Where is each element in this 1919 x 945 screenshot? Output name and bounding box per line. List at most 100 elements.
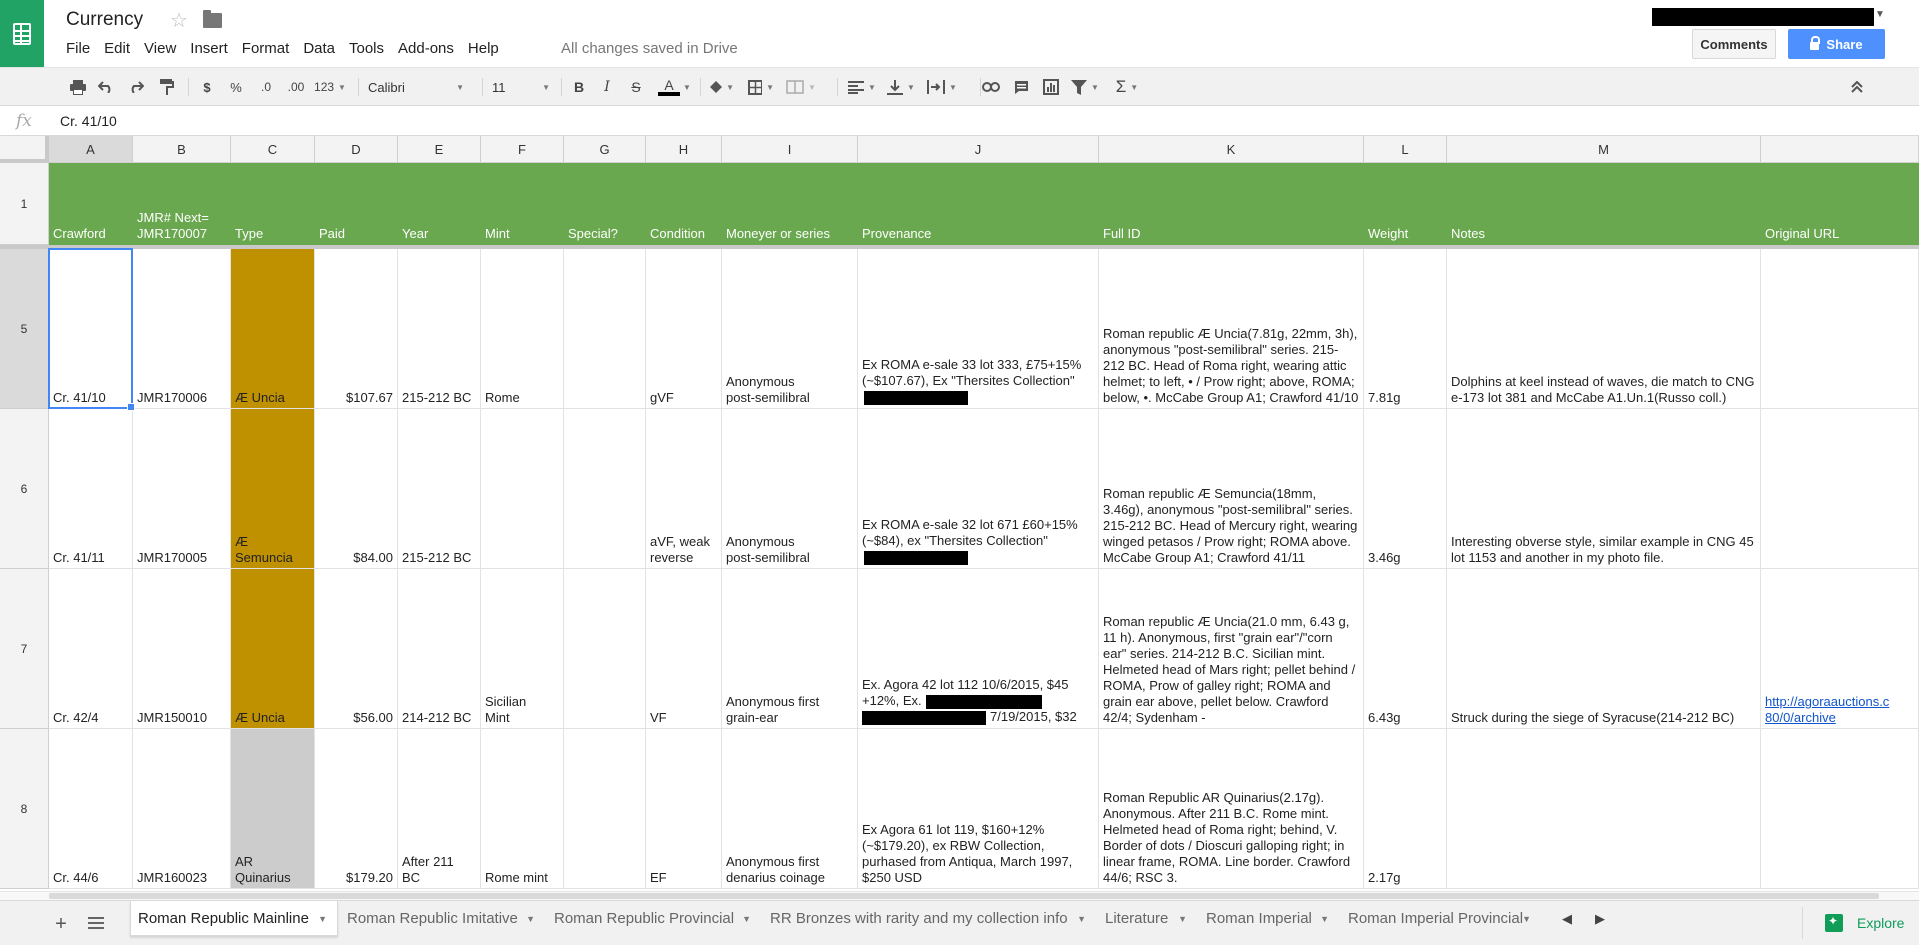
sheets-logo-icon[interactable] [0,0,44,67]
sheet-tab[interactable]: Roman Republic Provincial ▼ [547,901,761,936]
sheet-tab[interactable]: Roman Imperial ▼ [1199,901,1339,936]
cell-moneyer[interactable]: Anonymous first denarius coinage [722,729,858,889]
sheet-tab[interactable]: RR Bronzes with rarity and my collection… [763,901,1096,936]
chevron-down-icon[interactable]: ▼ [526,914,535,924]
add-sheet-button[interactable]: + [50,913,72,935]
cell-weight[interactable]: 6.43g [1364,569,1447,729]
header-cell-c[interactable]: Type [231,163,315,245]
menu-insert[interactable]: Insert [190,40,228,57]
cell-moneyer[interactable]: Anonymous post-semilibral [722,249,858,409]
chevron-down-icon[interactable]: ▼ [742,914,751,924]
cell-crawford[interactable]: Cr. 44/6 [49,729,133,889]
currency-format-button[interactable]: $ [198,77,216,97]
header-cell-e[interactable]: Year [398,163,481,245]
menu-view[interactable]: View [144,40,176,57]
collapse-toolbar-icon[interactable] [1846,77,1868,97]
folder-icon[interactable] [203,10,222,28]
scroll-tabs-left-icon[interactable]: ◀ [1562,911,1572,927]
cell-provenance[interactable]: Ex Agora 61 lot 119, $160+12%(~$179.20),… [858,729,1099,889]
column-header-a[interactable]: A [49,136,133,163]
cell-full-id[interactable]: Roman republic Æ Uncia(7.81g, 22mm, 3h),… [1099,249,1364,409]
menu-file[interactable]: File [66,40,90,57]
italic-button[interactable]: I [597,77,617,97]
menu-format[interactable]: Format [242,40,290,57]
cell-weight[interactable]: 7.81g [1364,249,1447,409]
strikethrough-button[interactable]: S [626,77,646,97]
chevron-down-icon[interactable]: ▼ [318,914,327,924]
cell-full-id[interactable]: Roman republic Æ Uncia(21.0 mm, 6.43 g, … [1099,569,1364,729]
cell-condition[interactable]: aVF, weak reverse [646,409,722,569]
cell-moneyer[interactable]: Anonymous first grain-ear [722,569,858,729]
cell-provenance[interactable]: Ex. Agora 42 lot 112 10/6/2015, $45 +12%… [858,569,1099,729]
insert-comment-icon[interactable] [1010,77,1032,97]
column-header-b[interactable]: B [133,136,231,163]
menu-addons[interactable]: Add-ons [398,40,454,57]
text-color-button[interactable]: A [654,77,684,97]
cell-crawford[interactable]: Cr. 42/4 [49,569,133,729]
borders-icon[interactable]: ▼ [748,77,774,97]
column-header-d[interactable]: D [315,136,398,163]
column-header-k[interactable]: K [1099,136,1364,163]
font-family-select[interactable]: Calibri ▼ [368,77,464,97]
cell-provenance[interactable]: Ex ROMA e-sale 33 lot 333, £75+15%(~$107… [858,249,1099,409]
save-status[interactable]: All changes saved in Drive [561,40,738,57]
header-cell-d[interactable]: Paid [315,163,398,245]
sheet-tab[interactable]: Roman Imperial Provincial ▼ [1341,901,1541,936]
cell-jmr[interactable]: JMR150010 [133,569,231,729]
cell-jmr[interactable]: JMR170005 [133,409,231,569]
scrollbar-thumb[interactable] [49,893,1879,899]
cell-notes[interactable] [1447,729,1761,889]
cell-paid[interactable]: $179.20 [315,729,398,889]
column-header-l[interactable]: L [1364,136,1447,163]
chevron-down-icon[interactable]: ▼ [1178,914,1187,924]
chevron-down-icon[interactable]: ▼ [1077,914,1086,924]
url-line[interactable]: http://agoraauctions.c [1765,694,1914,710]
header-cell-a[interactable]: Crawford [49,163,133,245]
scroll-tabs-right-icon[interactable]: ▶ [1595,911,1605,927]
vertical-align-icon[interactable]: ▼ [885,77,917,97]
share-button[interactable]: Share [1788,29,1885,59]
cell-mint[interactable]: Rome mint [481,729,564,889]
column-header-j[interactable]: J [858,136,1099,163]
account-caret-icon[interactable]: ▼ [1875,9,1885,20]
cell-notes[interactable]: Interesting obverse style, similar examp… [1447,409,1761,569]
cell-special[interactable] [564,729,646,889]
select-all-corner[interactable] [0,136,49,163]
header-cell-h[interactable]: Condition [646,163,722,245]
cell-type[interactable]: Æ Uncia [231,569,315,729]
sheet-tab[interactable]: Roman Republic Mainline ▼ [130,901,338,936]
sheet-tab[interactable]: Roman Republic Imitative ▼ [340,901,545,936]
column-header-n[interactable] [1761,136,1919,163]
cell-mint[interactable]: Rome [481,249,564,409]
cell-year[interactable]: 215-212 BC [398,249,481,409]
cell-full-id[interactable]: Roman Republic AR Quinarius(2.17g). Anon… [1099,729,1364,889]
menu-edit[interactable]: Edit [104,40,130,57]
column-header-f[interactable]: F [481,136,564,163]
chevron-down-icon[interactable]: ▼ [682,77,692,97]
merge-cells-icon[interactable]: ▼ [786,77,816,97]
account-name-redacted[interactable] [1652,8,1874,26]
cell-special[interactable] [564,249,646,409]
chevron-down-icon[interactable]: ▼ [1320,914,1329,924]
cell-mint[interactable] [481,409,564,569]
document-title[interactable]: Currency [66,9,143,31]
paint-format-icon[interactable] [157,77,177,97]
menu-help[interactable]: Help [468,40,499,57]
undo-icon[interactable] [96,77,116,97]
header-cell-f[interactable]: Mint [481,163,564,245]
cell-condition[interactable]: EF [646,729,722,889]
column-header-e[interactable]: E [398,136,481,163]
cell-notes[interactable]: Struck during the siege of Syracuse(214-… [1447,569,1761,729]
row-header-1[interactable]: 1 [0,163,49,245]
cell-condition[interactable]: gVF [646,249,722,409]
cell-type[interactable]: Æ Uncia [231,249,315,409]
cell-mint[interactable]: Sicilian Mint [481,569,564,729]
cell-full-id[interactable]: Roman republic Æ Semuncia(18mm, 3.46g), … [1099,409,1364,569]
column-header-i[interactable]: I [722,136,858,163]
cell-moneyer[interactable]: Anonymous post-semilibral [722,409,858,569]
cell-url[interactable] [1761,249,1919,409]
column-header-h[interactable]: H [646,136,722,163]
cell-year[interactable]: After 211 BC [398,729,481,889]
increase-decimal-button[interactable]: .00 [283,77,309,97]
header-cell-i[interactable]: Moneyer or series [722,163,858,245]
